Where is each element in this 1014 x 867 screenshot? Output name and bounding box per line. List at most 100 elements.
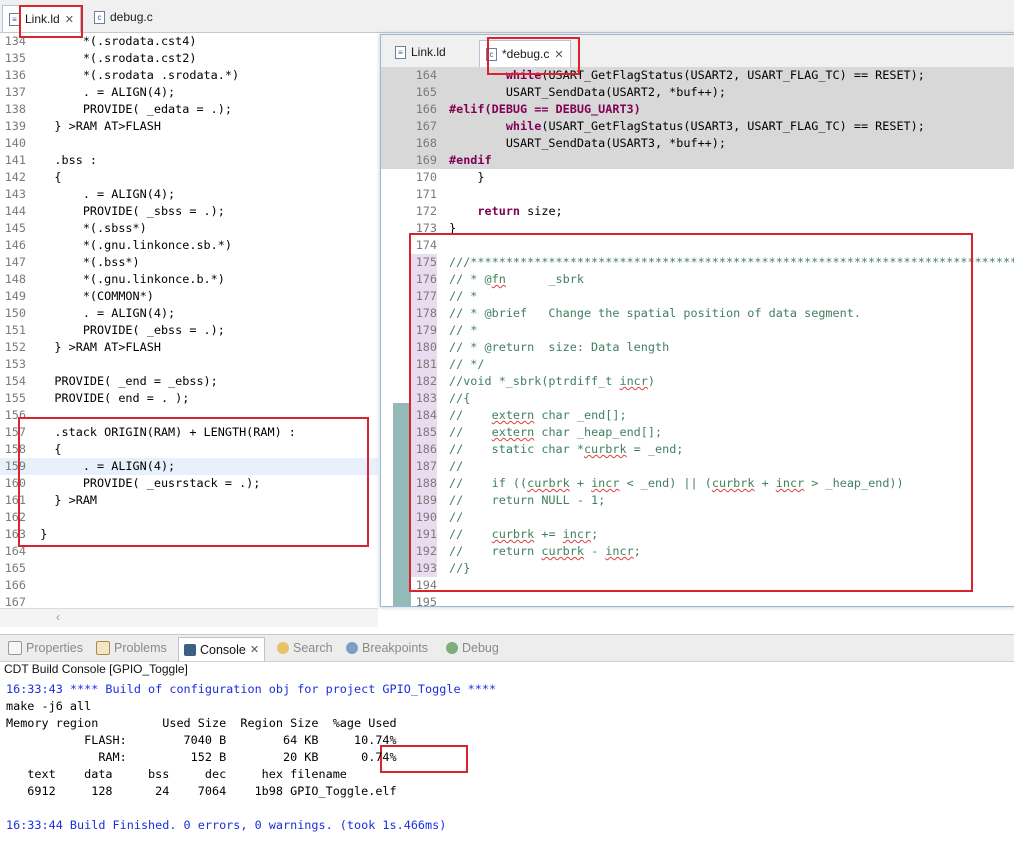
code-line[interactable]: 137 . = ALIGN(4); bbox=[0, 84, 378, 101]
code-line[interactable]: 153 bbox=[0, 356, 378, 373]
code-line[interactable]: 159 . = ALIGN(4); bbox=[0, 458, 378, 475]
code-line[interactable]: 188 // if ((curbrk + incr < _end) || (cur… bbox=[381, 475, 1014, 492]
line-number: 154 bbox=[4, 374, 26, 388]
code-line[interactable]: 142 { bbox=[0, 169, 378, 186]
code-line[interactable]: 182 //void *_sbrk(ptrdiff_t incr) bbox=[381, 373, 1014, 390]
code-line[interactable]: 146 *(.gnu.linkonce.sb.*) bbox=[0, 237, 378, 254]
code-line[interactable]: 168 USART_SendData(USART3, *buf++); bbox=[381, 135, 1014, 152]
tab-debug-c[interactable]: c *debug.c ✕ bbox=[479, 40, 571, 67]
code-line[interactable]: 143 . = ALIGN(4); bbox=[0, 186, 378, 203]
code-line[interactable]: 134 *(.srodata.cst4) bbox=[0, 33, 378, 50]
code-line[interactable]: 162 bbox=[0, 509, 378, 526]
code-line[interactable]: 156 bbox=[0, 407, 378, 424]
code-line[interactable]: 166 #elif(DEBUG == DEBUG_UART3) bbox=[381, 101, 1014, 118]
code-line[interactable]: 141 .bss : bbox=[0, 152, 378, 169]
code-line[interactable]: 155 PROVIDE( end = . ); bbox=[0, 390, 378, 407]
line-number: 167 bbox=[415, 119, 437, 133]
line-text: // * @brief Change the spatial position … bbox=[449, 306, 861, 320]
code-line[interactable]: 158 { bbox=[0, 441, 378, 458]
line-number: 191 bbox=[381, 526, 437, 543]
code-line[interactable]: 165 bbox=[0, 560, 378, 577]
code-line[interactable]: 167 while(USART_GetFlagStatus(USART3, US… bbox=[381, 118, 1014, 135]
code-line[interactable]: 187 // bbox=[381, 458, 1014, 475]
line-text: // extern char _heap_end[]; bbox=[449, 425, 663, 439]
code-line[interactable]: 186 // static char *curbrk = _end; bbox=[381, 441, 1014, 458]
code-line[interactable]: 171 bbox=[381, 186, 1014, 203]
code-line[interactable]: 180 // * @return size: Data length bbox=[381, 339, 1014, 356]
console-output[interactable]: 16:33:43 **** Build of configuration obj… bbox=[6, 681, 496, 834]
code-line[interactable]: 175 ///**********************************… bbox=[381, 254, 1014, 271]
line-text: #endif bbox=[449, 153, 492, 167]
code-line[interactable]: 154 PROVIDE( _end = _ebss); bbox=[0, 373, 378, 390]
code-line[interactable]: 189 // return NULL - 1; bbox=[381, 492, 1014, 509]
line-text: // return curbrk - incr; bbox=[449, 544, 641, 558]
code-line[interactable]: 157 .stack ORIGIN(RAM) + LENGTH(RAM) : bbox=[0, 424, 378, 441]
search-icon bbox=[277, 642, 289, 654]
code-line[interactable]: 136 *(.srodata .srodata.*) bbox=[0, 67, 378, 84]
code-line[interactable]: 151 PROVIDE( _ebss = .); bbox=[0, 322, 378, 339]
code-line[interactable]: 173} bbox=[381, 220, 1014, 237]
code-line[interactable]: 194 bbox=[381, 577, 1014, 594]
tab-search[interactable]: Search bbox=[277, 638, 333, 658]
code-line[interactable]: 181 // */ bbox=[381, 356, 1014, 373]
code-line[interactable]: 176 // * @fn _sbrk bbox=[381, 271, 1014, 288]
line-number: 170 bbox=[415, 170, 437, 184]
close-icon[interactable]: ✕ bbox=[554, 48, 563, 61]
code-line[interactable]: 148 *(.gnu.linkonce.b.*) bbox=[0, 271, 378, 288]
code-line[interactable]: 170 } bbox=[381, 169, 1014, 186]
tab-breakpoints[interactable]: Breakpoints bbox=[346, 638, 428, 658]
scroll-left-icon[interactable]: ‹ bbox=[56, 610, 60, 624]
tab-properties[interactable]: Properties bbox=[8, 638, 83, 658]
line-text: // */ bbox=[449, 357, 485, 371]
horizontal-scrollbar[interactable]: ‹ bbox=[0, 608, 378, 627]
code-line[interactable]: 177 // * bbox=[381, 288, 1014, 305]
code-line[interactable]: 161 } >RAM bbox=[0, 492, 378, 509]
code-line[interactable]: 192 // return curbrk - incr; bbox=[381, 543, 1014, 560]
code-line[interactable]: 172 return size; bbox=[381, 203, 1014, 220]
line-text: // if ((curbrk + incr < _end) || (curbrk… bbox=[449, 476, 904, 490]
code-line[interactable]: 145 *(.sbss*) bbox=[0, 220, 378, 237]
tab-debug-c[interactable]: c debug.c bbox=[88, 5, 159, 29]
code-line[interactable]: 190 // bbox=[381, 509, 1014, 526]
debug-c-code-area[interactable]: 164 while(USART_GetFlagStatus(USART2, US… bbox=[381, 67, 1014, 606]
code-line[interactable]: 135 *(.srodata.cst2) bbox=[0, 50, 378, 67]
tab-link-ld[interactable]: ≡ Link.ld bbox=[389, 40, 452, 64]
code-line[interactable]: 193 //} bbox=[381, 560, 1014, 577]
code-line[interactable]: 150 . = ALIGN(4); bbox=[0, 305, 378, 322]
code-line[interactable]: 144 PROVIDE( _sbss = .); bbox=[0, 203, 378, 220]
line-number: 186 bbox=[381, 441, 437, 458]
code-line[interactable]: 147 *(.bss*) bbox=[0, 254, 378, 271]
overlay-editor-tabbar: ≡ Link.ld c *debug.c ✕ bbox=[381, 35, 1014, 68]
code-line[interactable]: 191 // curbrk += incr; bbox=[381, 526, 1014, 543]
close-icon[interactable]: ✕ bbox=[250, 643, 259, 656]
code-line[interactable]: 178 // * @brief Change the spatial positi… bbox=[381, 305, 1014, 322]
close-icon[interactable]: ✕ bbox=[65, 13, 74, 26]
tab-debug[interactable]: Debug bbox=[446, 638, 499, 658]
code-line[interactable]: 184 // extern char _end[]; bbox=[381, 407, 1014, 424]
tab-console[interactable]: Console ✕ bbox=[178, 637, 266, 661]
code-line[interactable]: 149 *(COMMON*) bbox=[0, 288, 378, 305]
code-line[interactable]: 169 #endif bbox=[381, 152, 1014, 169]
code-line[interactable]: 152 } >RAM AT>FLASH bbox=[0, 339, 378, 356]
code-line[interactable]: 166 bbox=[0, 577, 378, 594]
debug-c-source[interactable]: 164 while(USART_GetFlagStatus(USART2, US… bbox=[381, 67, 1014, 606]
tab-label: Problems bbox=[114, 641, 167, 655]
code-line[interactable]: 138 PROVIDE( _edata = .); bbox=[0, 101, 378, 118]
tab-link-ld[interactable]: ≡ Link.ld ✕ bbox=[2, 5, 81, 32]
code-line[interactable]: 183 //{ bbox=[381, 390, 1014, 407]
code-line[interactable]: 165 USART_SendData(USART2, *buf++); bbox=[381, 84, 1014, 101]
code-line[interactable]: 160 PROVIDE( _eusrstack = .); bbox=[0, 475, 378, 492]
code-line[interactable]: 195 bbox=[381, 594, 1014, 606]
tab-problems[interactable]: Problems bbox=[96, 638, 167, 658]
code-line[interactable]: 174 bbox=[381, 237, 1014, 254]
linker-script-editor[interactable]: 134 *(.srodata.cst4) 135 *(.srodata.cst2)… bbox=[0, 33, 378, 611]
code-line[interactable]: 140 bbox=[0, 135, 378, 152]
c-file-icon: c bbox=[486, 47, 497, 61]
code-line[interactable]: 185 // extern char _heap_end[]; bbox=[381, 424, 1014, 441]
line-text: PROVIDE( _edata = .); bbox=[26, 102, 232, 116]
code-line[interactable]: 179 // * bbox=[381, 322, 1014, 339]
code-line[interactable]: 164 bbox=[0, 543, 378, 560]
code-line[interactable]: 139 } >RAM AT>FLASH bbox=[0, 118, 378, 135]
code-line[interactable]: 163 } bbox=[0, 526, 378, 543]
code-line[interactable]: 164 while(USART_GetFlagStatus(USART2, US… bbox=[381, 67, 1014, 84]
